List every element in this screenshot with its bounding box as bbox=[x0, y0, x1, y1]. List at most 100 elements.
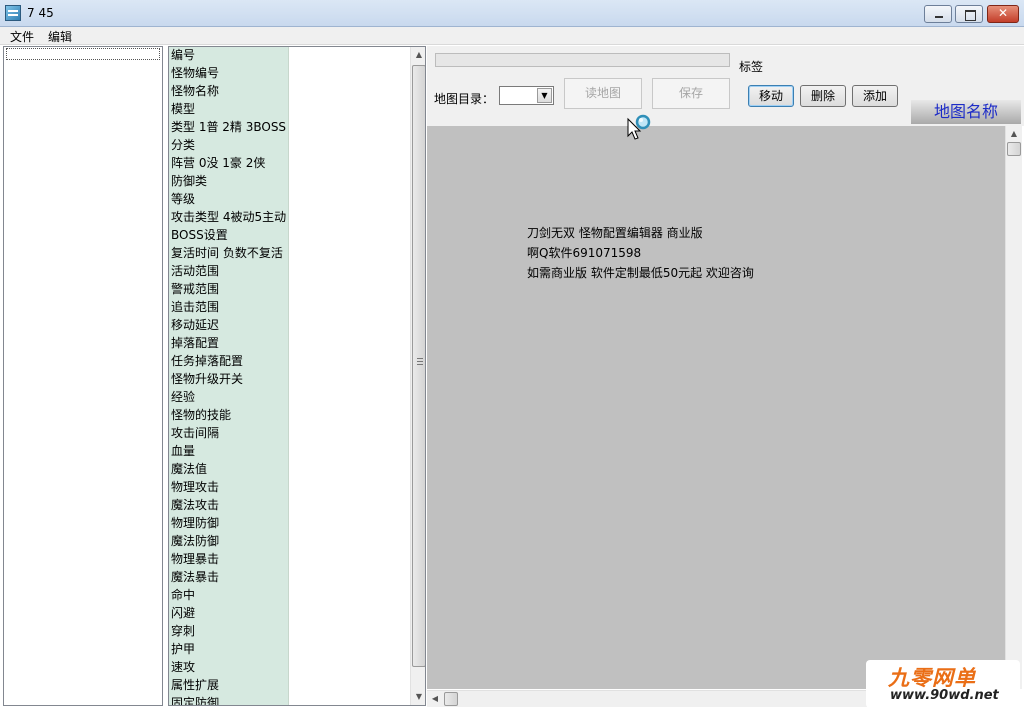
property-value-field[interactable] bbox=[288, 515, 409, 533]
scroll-left-icon[interactable]: ◀ bbox=[427, 691, 443, 707]
save-button[interactable]: 保存 bbox=[652, 78, 730, 109]
property-row[interactable]: 掉落配置 bbox=[169, 335, 409, 353]
property-value-field[interactable] bbox=[288, 245, 409, 263]
property-row[interactable]: 物理暴击 bbox=[169, 551, 409, 569]
property-row[interactable]: 固定防御 bbox=[169, 695, 409, 705]
property-row[interactable]: 魔法防御 bbox=[169, 533, 409, 551]
property-row[interactable]: 魔法攻击 bbox=[169, 497, 409, 515]
property-value-field[interactable] bbox=[288, 479, 409, 497]
grid-scroll-thumb[interactable] bbox=[412, 65, 425, 667]
property-value-field[interactable] bbox=[288, 191, 409, 209]
property-row[interactable]: 模型 bbox=[169, 101, 409, 119]
property-value-field[interactable] bbox=[288, 263, 409, 281]
add-button[interactable]: 添加 bbox=[852, 85, 898, 107]
tree-selection[interactable] bbox=[6, 48, 160, 60]
property-value-field[interactable] bbox=[288, 137, 409, 155]
property-row[interactable]: 阵营 0没 1豪 2侠 bbox=[169, 155, 409, 173]
move-button[interactable]: 移动 bbox=[748, 85, 794, 107]
property-value-field[interactable] bbox=[288, 569, 409, 587]
property-value-field[interactable] bbox=[288, 605, 409, 623]
maximize-button[interactable] bbox=[955, 5, 983, 23]
canvas-hscroll-thumb[interactable] bbox=[444, 692, 458, 706]
property-row[interactable]: 分类 bbox=[169, 137, 409, 155]
property-value-field[interactable] bbox=[288, 353, 409, 371]
property-row[interactable]: 命中 bbox=[169, 587, 409, 605]
property-row[interactable]: 警戒范围 bbox=[169, 281, 409, 299]
property-value-field[interactable] bbox=[288, 695, 409, 705]
property-row[interactable]: 复活时间 负数不复活 bbox=[169, 245, 409, 263]
property-value-field[interactable] bbox=[288, 407, 409, 425]
property-row[interactable]: 物理防御 bbox=[169, 515, 409, 533]
property-value-field[interactable] bbox=[288, 533, 409, 551]
property-row[interactable]: 护甲 bbox=[169, 641, 409, 659]
property-row[interactable]: 移动延迟 bbox=[169, 317, 409, 335]
property-row[interactable]: 血量 bbox=[169, 443, 409, 461]
property-value-field[interactable] bbox=[288, 335, 409, 353]
property-row[interactable]: 速攻 bbox=[169, 659, 409, 677]
property-row[interactable]: 编号 bbox=[169, 47, 409, 65]
chevron-down-icon[interactable]: ▼ bbox=[537, 88, 552, 103]
map-dir-select[interactable]: ▼ bbox=[499, 86, 554, 105]
property-value-field[interactable] bbox=[288, 209, 409, 227]
canvas-scrollbar[interactable]: ▲ bbox=[1005, 126, 1022, 689]
minimize-button[interactable] bbox=[924, 5, 952, 23]
property-row[interactable]: 魔法暴击 bbox=[169, 569, 409, 587]
property-value-field[interactable] bbox=[288, 425, 409, 443]
property-row[interactable]: 怪物的技能 bbox=[169, 407, 409, 425]
property-row[interactable]: 任务掉落配置 bbox=[169, 353, 409, 371]
property-value-field[interactable] bbox=[288, 497, 409, 515]
property-value-field[interactable] bbox=[288, 371, 409, 389]
property-row[interactable]: 闪避 bbox=[169, 605, 409, 623]
property-value-field[interactable] bbox=[288, 389, 409, 407]
property-value-field[interactable] bbox=[288, 623, 409, 641]
close-button[interactable] bbox=[987, 5, 1019, 23]
property-value-field[interactable] bbox=[288, 443, 409, 461]
scroll-up-icon[interactable]: ▲ bbox=[1006, 126, 1022, 142]
property-value-field[interactable] bbox=[288, 677, 409, 695]
property-row[interactable]: 怪物编号 bbox=[169, 65, 409, 83]
property-row[interactable]: 活动范围 bbox=[169, 263, 409, 281]
property-row[interactable]: 攻击间隔 bbox=[169, 425, 409, 443]
property-row[interactable]: 物理攻击 bbox=[169, 479, 409, 497]
property-row[interactable]: 追击范围 bbox=[169, 299, 409, 317]
property-value-field[interactable] bbox=[288, 119, 409, 137]
grid-scrollbar[interactable]: ▲ ▼ bbox=[410, 47, 425, 705]
property-row[interactable]: 攻击类型 4被动5主动 bbox=[169, 209, 409, 227]
property-value-field[interactable] bbox=[288, 587, 409, 605]
property-row[interactable]: 穿刺 bbox=[169, 623, 409, 641]
scroll-down-icon[interactable]: ▼ bbox=[411, 689, 425, 705]
property-row[interactable]: 等级 bbox=[169, 191, 409, 209]
property-value-field[interactable] bbox=[288, 551, 409, 569]
property-value-field[interactable] bbox=[288, 65, 409, 83]
canvas-scroll-thumb[interactable] bbox=[1007, 142, 1021, 156]
property-value-field[interactable] bbox=[288, 461, 409, 479]
property-value-field[interactable] bbox=[288, 155, 409, 173]
scroll-up-icon[interactable]: ▲ bbox=[411, 47, 425, 63]
property-value-field[interactable] bbox=[288, 299, 409, 317]
property-value-field[interactable] bbox=[288, 173, 409, 191]
property-value-field[interactable] bbox=[288, 641, 409, 659]
property-value-field[interactable] bbox=[288, 101, 409, 119]
property-row[interactable]: 怪物名称 bbox=[169, 83, 409, 101]
property-row[interactable]: 防御类 bbox=[169, 173, 409, 191]
property-value-field[interactable] bbox=[288, 281, 409, 299]
property-value-field[interactable] bbox=[288, 317, 409, 335]
property-row[interactable]: 经验 bbox=[169, 389, 409, 407]
mouse-cursor-icon bbox=[627, 114, 651, 140]
read-map-button[interactable]: 读地图 bbox=[564, 78, 642, 109]
delete-button[interactable]: 删除 bbox=[800, 85, 846, 107]
property-row[interactable]: 魔法值 bbox=[169, 461, 409, 479]
property-row[interactable]: BOSS设置 bbox=[169, 227, 409, 245]
property-row[interactable]: 属性扩展 bbox=[169, 677, 409, 695]
property-value-field[interactable] bbox=[288, 83, 409, 101]
property-row[interactable]: 怪物升级开关 bbox=[169, 371, 409, 389]
property-value-field[interactable] bbox=[288, 47, 409, 65]
map-canvas[interactable] bbox=[427, 126, 1006, 689]
property-value-field[interactable] bbox=[288, 659, 409, 677]
menu-edit[interactable]: 编辑 bbox=[48, 28, 72, 45]
property-row[interactable]: 类型 1普 2精 3BOSS bbox=[169, 119, 409, 137]
canvas-hscrollbar[interactable]: ◀ bbox=[427, 690, 867, 707]
map-tree[interactable] bbox=[3, 46, 163, 706]
menu-file[interactable]: 文件 bbox=[10, 28, 34, 45]
property-value-field[interactable] bbox=[288, 227, 409, 245]
